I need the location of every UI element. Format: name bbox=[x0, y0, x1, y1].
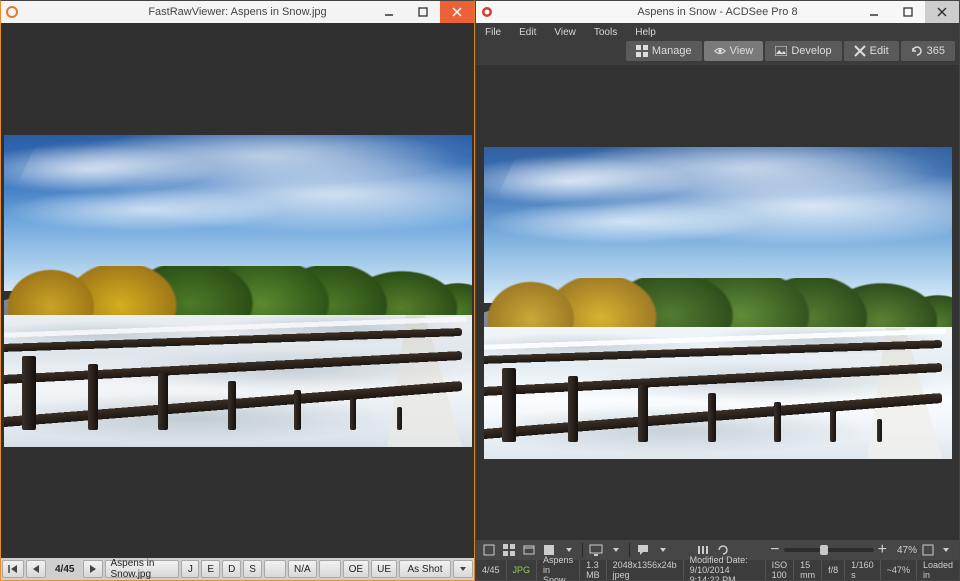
tab-view[interactable]: View bbox=[704, 41, 764, 61]
frv-btn-ue[interactable]: UE bbox=[371, 560, 397, 578]
acdsee-window: Aspens in Snow - ACDSee Pro 8 File Edit … bbox=[475, 0, 960, 581]
frv-maximize-button[interactable] bbox=[406, 1, 440, 23]
frv-down-arrow-button[interactable] bbox=[453, 560, 473, 578]
frv-close-button[interactable] bbox=[440, 1, 474, 23]
tool-screen-icon[interactable] bbox=[589, 543, 603, 557]
refresh-icon bbox=[911, 45, 923, 57]
tab-edit[interactable]: Edit bbox=[844, 41, 899, 61]
acd-tabbar: Manage View Develop Edit 365 bbox=[476, 41, 959, 65]
status-aperture: f/8 bbox=[821, 560, 844, 580]
acd-statusbar: 4/45 JPG Aspens in Snow 1.3 MB 2048x1356… bbox=[476, 560, 959, 580]
status-filename: Aspens in Snow bbox=[536, 560, 579, 580]
grid-icon bbox=[636, 45, 648, 57]
acd-titlebar[interactable]: Aspens in Snow - ACDSee Pro 8 bbox=[476, 1, 959, 23]
status-focal: 15 mm bbox=[793, 560, 821, 580]
acd-canvas[interactable] bbox=[476, 65, 959, 540]
frv-btn-s[interactable]: S bbox=[243, 560, 262, 578]
status-counter: 4/45 bbox=[476, 560, 506, 580]
status-zoom: ~47% bbox=[880, 560, 916, 580]
desktop: FastRawViewer: Aspens in Snow.jpg bbox=[0, 0, 960, 581]
tool-film-icon[interactable] bbox=[522, 543, 536, 557]
menu-help[interactable]: Help bbox=[626, 27, 665, 38]
frv-statusbar: 4/45 Aspens in Snow.jpg J E D S N/A OE U… bbox=[1, 558, 474, 580]
frv-canvas[interactable] bbox=[1, 23, 474, 558]
acd-maximize-button[interactable] bbox=[891, 1, 925, 23]
status-shutter: 1/160 s bbox=[844, 560, 880, 580]
status-modified: Modified Date: 9/10/2014 9:14:22 PM bbox=[683, 560, 765, 580]
eye-icon bbox=[714, 45, 726, 57]
tab-edit-label: Edit bbox=[870, 45, 889, 57]
tab-develop-label: Develop bbox=[791, 45, 831, 57]
zoom-minus[interactable]: − bbox=[770, 541, 779, 559]
frv-next-button[interactable] bbox=[83, 560, 103, 578]
zoom-dropdown-icon[interactable] bbox=[939, 543, 953, 557]
frv-counter: 4/45 bbox=[47, 564, 82, 575]
tools-icon bbox=[854, 45, 866, 57]
tab-develop[interactable]: Develop bbox=[765, 41, 841, 61]
frv-app-icon bbox=[1, 5, 23, 19]
tab-365-label: 365 bbox=[927, 45, 945, 57]
menu-view[interactable]: View bbox=[545, 27, 585, 38]
menu-edit[interactable]: Edit bbox=[510, 27, 545, 38]
tool-grid-icon[interactable] bbox=[502, 543, 516, 557]
tab-365[interactable]: 365 bbox=[901, 41, 955, 61]
frv-btn-d[interactable]: D bbox=[222, 560, 241, 578]
frv-btn-oe[interactable]: OE bbox=[343, 560, 369, 578]
menu-tools[interactable]: Tools bbox=[585, 27, 626, 38]
status-loaded: Loaded in bbox=[916, 560, 959, 580]
acd-image bbox=[484, 147, 952, 459]
menu-file[interactable]: File bbox=[476, 27, 510, 38]
zoom-value: 47% bbox=[897, 545, 917, 556]
frv-btn-blank2[interactable] bbox=[319, 560, 341, 578]
acd-menubar: File Edit View Tools Help bbox=[476, 23, 959, 41]
frv-prev-button[interactable] bbox=[26, 560, 46, 578]
status-iso: ISO 100 bbox=[765, 560, 794, 580]
frv-btn-j[interactable]: J bbox=[181, 560, 199, 578]
acd-close-button[interactable] bbox=[925, 1, 959, 23]
zoom-slider: − + 47% bbox=[770, 541, 953, 559]
frv-btn-na[interactable]: N/A bbox=[288, 560, 317, 578]
frv-minimize-button[interactable] bbox=[372, 1, 406, 23]
tool-dropdown3-icon[interactable] bbox=[656, 543, 670, 557]
status-filetype: JPG bbox=[506, 560, 537, 580]
status-filesize: 1.3 MB bbox=[579, 560, 606, 580]
zoom-fit-icon[interactable] bbox=[921, 543, 935, 557]
tab-view-label: View bbox=[730, 45, 754, 57]
acd-app-icon bbox=[476, 5, 498, 19]
tool-chat-icon[interactable] bbox=[636, 543, 650, 557]
frv-btn-asshot[interactable]: As Shot bbox=[399, 560, 451, 578]
zoom-plus[interactable]: + bbox=[878, 541, 887, 559]
zoom-track[interactable] bbox=[784, 548, 874, 552]
acd-minimize-button[interactable] bbox=[857, 1, 891, 23]
frv-first-button[interactable] bbox=[2, 560, 24, 578]
frv-titlebar[interactable]: FastRawViewer: Aspens in Snow.jpg bbox=[1, 1, 474, 23]
status-dims: 2048x1356x24b jpeg bbox=[606, 560, 683, 580]
frv-image bbox=[4, 135, 472, 447]
image-icon bbox=[775, 45, 787, 57]
tool-overview-icon[interactable] bbox=[482, 543, 496, 557]
tab-manage[interactable]: Manage bbox=[626, 41, 702, 61]
tool-dropdown2-icon[interactable] bbox=[609, 543, 623, 557]
tab-manage-label: Manage bbox=[652, 45, 692, 57]
fastrawviewer-window: FastRawViewer: Aspens in Snow.jpg bbox=[0, 0, 475, 581]
frv-btn-blank[interactable] bbox=[264, 560, 286, 578]
frv-filename[interactable]: Aspens in Snow.jpg bbox=[105, 560, 179, 578]
frv-btn-e[interactable]: E bbox=[201, 560, 220, 578]
